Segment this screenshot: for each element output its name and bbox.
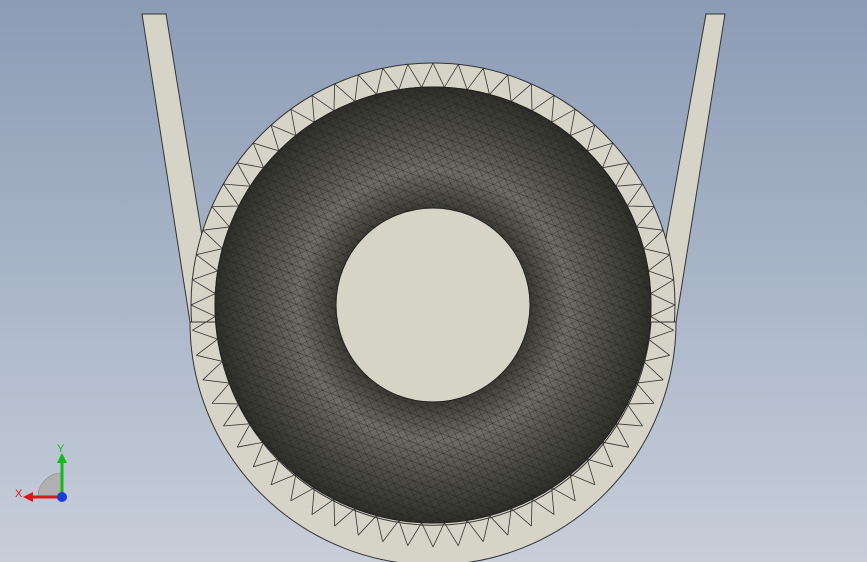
axis-triad: X Y (15, 443, 67, 502)
model-view[interactable] (0, 0, 867, 562)
z-axis-dot-icon (57, 492, 67, 502)
torus-body[interactable] (0, 0, 867, 562)
y-axis-label: Y (57, 443, 65, 455)
x-axis-label: X (15, 488, 23, 500)
x-axis-arrowhead-icon (23, 492, 33, 502)
triad-quadrant (37, 472, 63, 498)
graphics-viewport[interactable]: X Y (0, 0, 867, 562)
